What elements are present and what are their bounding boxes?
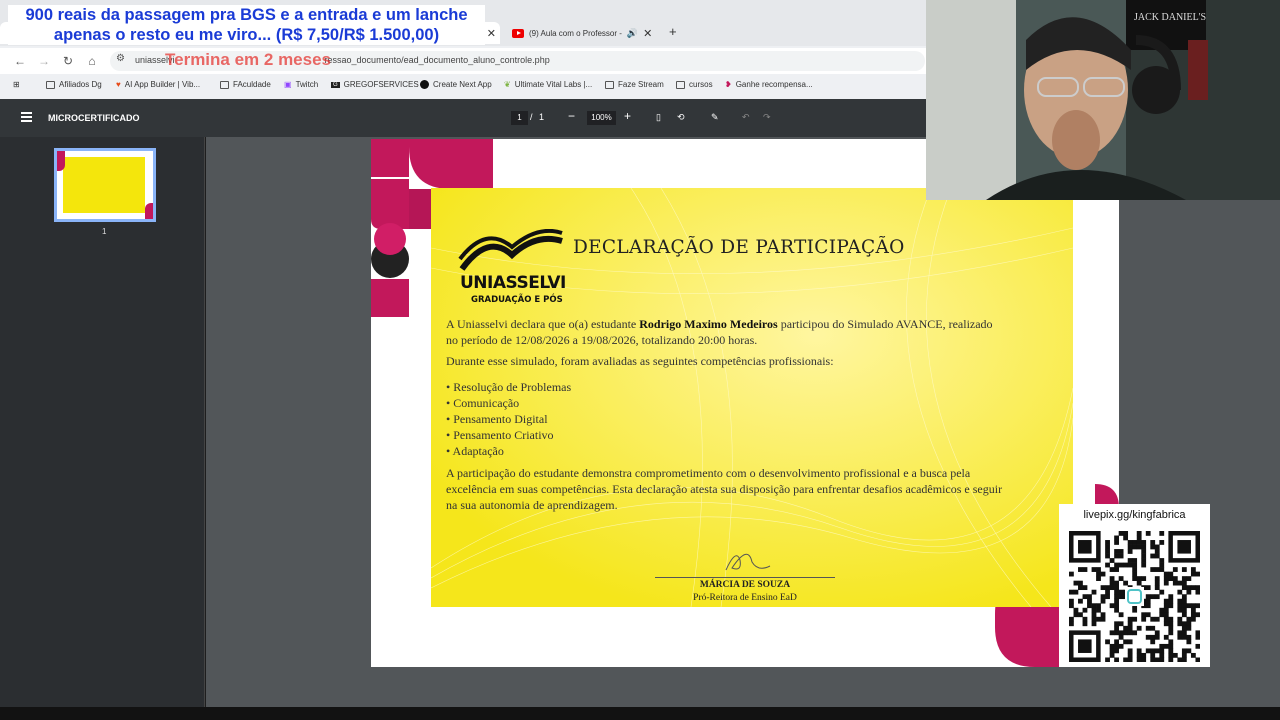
webcam-image: JACK DANIEL'S [926, 0, 1280, 200]
taskbar [0, 707, 1280, 720]
banner-line-2: apenas o resto eu me viro... (R$ 7,50/R$… [53, 26, 440, 44]
competency-item: • Pensamento Digital [446, 412, 548, 426]
page-number-input[interactable]: 1 [511, 111, 528, 125]
donation-goal-banner: 900 reais da passagem pra BGS e a entrad… [8, 5, 485, 45]
speaker-icon[interactable]: 🔊 [627, 28, 638, 39]
bookmark-item[interactable]: Afiliados Dg [46, 80, 102, 89]
bookmark-item[interactable]: cursos [676, 80, 713, 89]
thumbnail-preview [63, 157, 145, 213]
app-icon [420, 80, 429, 89]
bookmark-item[interactable]: ❦ Ultimate Vital Labs |... [504, 80, 592, 89]
para1-start: A Uniasselvi declara que o(a) estudante [446, 317, 640, 331]
close-icon[interactable]: ✕ [643, 27, 652, 40]
apps-icon[interactable]: ⊞ [13, 80, 20, 89]
signature-line [655, 577, 835, 578]
folder-icon [605, 80, 614, 89]
reload-icon[interactable]: ↻ [59, 52, 77, 70]
tab-youtube[interactable]: (9) Aula com o Professor - 🔊 ✕ [506, 22, 661, 44]
folder-icon [46, 80, 55, 89]
countdown-text: Termina em 2 meses [165, 50, 331, 69]
youtube-icon [512, 28, 524, 38]
competency-item: • Pensamento Criativo [446, 428, 554, 442]
forward-icon[interactable]: → [35, 52, 53, 70]
signer-role: Pró-Reitora de Ensino EaD [693, 593, 797, 603]
bookmark-item[interactable]: ❥ Ganhe recompensa... [725, 80, 813, 89]
back-icon[interactable]: ← [11, 52, 29, 70]
leaf-icon: ❦ [504, 80, 511, 89]
undo-icon[interactable]: ↶ [742, 112, 750, 123]
zoom-level-input[interactable]: 100% [587, 111, 616, 125]
webcam-feed: JACK DANIEL'S [926, 0, 1280, 200]
qr-code-image [1069, 531, 1200, 662]
menu-icon[interactable] [21, 112, 32, 122]
site-settings-icon[interactable]: ⚙ [116, 53, 125, 64]
twitch-icon: ▣ [284, 80, 292, 89]
certificate-paragraph-3: A participação do estudante demonstra co… [446, 466, 1003, 512]
competency-item: • Comunicação [446, 396, 520, 410]
annotate-icon[interactable]: ✎ [711, 112, 719, 123]
heart-icon: ♥ [116, 80, 121, 89]
logo-tagline: GRADUAÇÃO E PÓS [471, 295, 563, 305]
page-total: 1 [539, 112, 545, 122]
rotate-icon[interactable]: ⟲ [677, 112, 685, 123]
zoom-out-button[interactable]: − [568, 109, 575, 123]
competency-item: • Adaptação [446, 444, 504, 458]
signature-image [725, 553, 771, 571]
logo-wordmark: UNIASSELVI [460, 273, 566, 293]
certificate-paragraph-2: Durante esse simulado, foram avaliadas a… [446, 354, 834, 368]
uniasselvi-logo-icon [458, 229, 563, 271]
close-icon[interactable]: ✕ [487, 27, 496, 40]
page-thumbnail[interactable] [54, 148, 156, 222]
folder-icon [220, 80, 229, 89]
redo-icon[interactable]: ↷ [763, 112, 771, 123]
bookmark-item[interactable]: ♥ AI App Builder | Vib... [116, 80, 200, 89]
tab-label: (9) Aula com o Professor - [529, 28, 622, 38]
new-tab-button[interactable]: + [669, 24, 677, 39]
home-icon[interactable]: ⌂ [83, 52, 101, 70]
certificate-paragraph-1: A Uniasselvi declara que o(a) estudante … [446, 316, 1006, 348]
qr-label: livepix.gg/kingfabrica [1083, 509, 1186, 521]
signer-name: MÁRCIA DE SOUZA [699, 580, 791, 590]
competency-item: • Resolução de Problemas [446, 380, 572, 394]
page-separator: / [530, 112, 533, 122]
student-name: Rodrigo Maximo Medeiros [639, 317, 778, 331]
bookmark-item[interactable]: G GREGOFSERVICES [331, 80, 419, 89]
zoom-in-button[interactable]: + [624, 109, 631, 123]
fit-page-icon[interactable]: ▯ [656, 112, 661, 123]
gift-icon: ❥ [725, 80, 732, 89]
url-suffix: ressao_documento/ead_documento_aluno_con… [324, 55, 550, 65]
pdf-thumbnail-sidebar [0, 137, 205, 707]
bookmark-item[interactable]: FAculdade [220, 80, 271, 89]
pdf-title: MICROCERTIFICADO [48, 113, 140, 123]
bookmark-item[interactable]: ▣ Twitch [284, 80, 318, 89]
app-icon: G [331, 81, 340, 88]
bookmark-item[interactable]: Faze Stream [605, 80, 664, 89]
certificate-title: DECLARAÇÃO DE PARTICIPAÇÃO [573, 237, 905, 258]
folder-icon [676, 80, 685, 89]
svg-text:JACK DANIEL'S: JACK DANIEL'S [1134, 12, 1206, 23]
thumbnail-page-number: 1 [102, 227, 107, 236]
banner-line-1: 900 reais da passagem pra BGS e a entrad… [25, 6, 468, 24]
bookmark-item[interactable]: Create Next App [420, 80, 492, 89]
